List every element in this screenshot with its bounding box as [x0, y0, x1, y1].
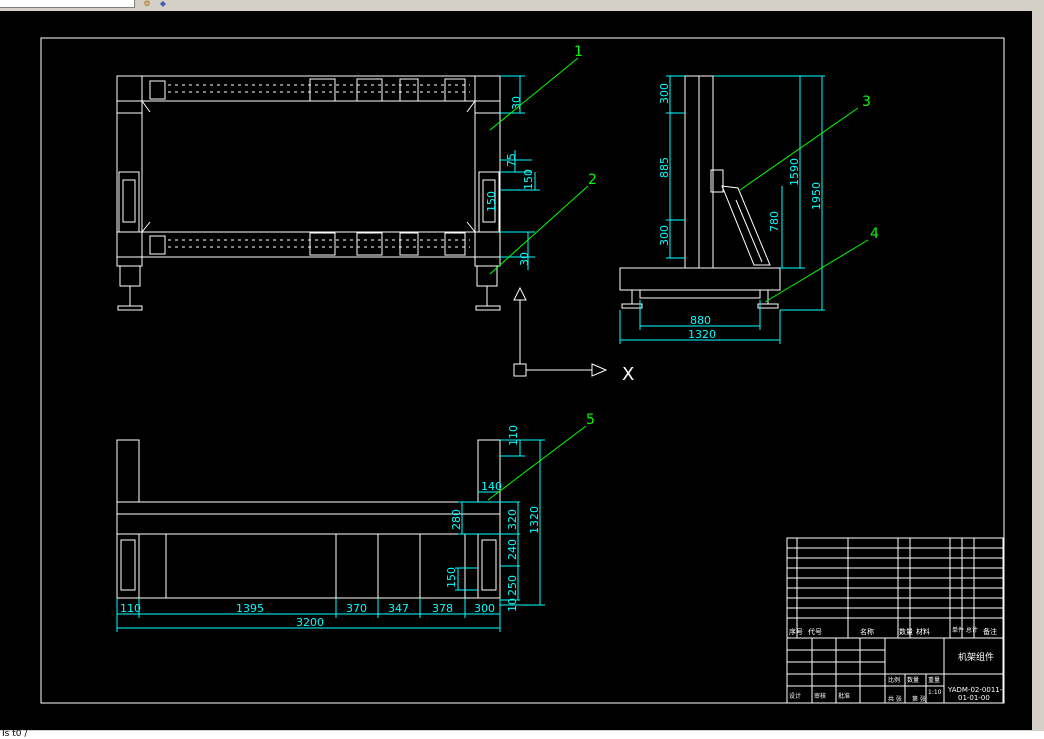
header-cell: 备注 [983, 627, 997, 636]
dim-text: 280 [450, 509, 463, 530]
dim-text: 240 [506, 539, 519, 560]
dim-text: 1395 [236, 602, 264, 615]
dim-text: 370 [346, 602, 367, 615]
top-view [116, 439, 501, 599]
dim-text: 150 [522, 169, 535, 190]
dim-text: 110 [507, 425, 520, 446]
dim-text: 150 [485, 191, 498, 212]
dim-text: 378 [432, 602, 453, 615]
dim-text: 320 [506, 509, 519, 530]
dim-text: 1590 [788, 158, 801, 186]
dim-text: 110 [120, 602, 141, 615]
shape-icon[interactable]: ◆ [156, 0, 170, 8]
dim-text: 1320 [528, 506, 541, 534]
leader-number-1: 1 [574, 44, 583, 60]
dim-text: 150 [445, 567, 458, 588]
layer-dropdown[interactable] [0, 0, 135, 8]
cell: 设计 [789, 692, 801, 700]
header-cell: 序号 [789, 627, 803, 636]
dim-text: 300 [658, 225, 671, 246]
header-cell: 代号 [808, 627, 822, 636]
side-view [619, 75, 781, 309]
header-cell: 名称 [860, 627, 874, 636]
leader-numbers: 1 2 3 4 5 [574, 44, 879, 428]
ucs-icon [513, 286, 608, 377]
leader-number-4: 4 [870, 226, 879, 242]
cell: 共 张 [888, 695, 902, 703]
dim-text: 3200 [296, 616, 324, 629]
front-view [116, 75, 501, 311]
vertical-scrollbar[interactable] [1032, 11, 1044, 730]
side-view-dimensions [619, 75, 825, 344]
header-cell: 单件 总计 [952, 626, 978, 634]
cell: 第 张 [912, 695, 926, 703]
drawing-number: YADM-02-0011- [947, 686, 1003, 694]
dim-text: 300 [474, 602, 495, 615]
cell: 数量 [907, 676, 919, 684]
dim-text: 75 [505, 153, 518, 167]
dim-text: 300 [658, 83, 671, 104]
dim-text: 250 [506, 575, 519, 596]
header-cell: 材料 [916, 627, 930, 636]
drawing-title: 机架组件 [958, 651, 994, 663]
leader-number-5: 5 [586, 412, 595, 428]
dim-text: 1320 [688, 328, 716, 341]
ucs-x-label: X [622, 364, 634, 385]
leader-number-2: 2 [588, 172, 597, 188]
toolbar: ⚙ ◆ [0, 0, 1044, 11]
dim-text: 30 [518, 252, 531, 266]
cell: 审核 [814, 692, 826, 700]
dim-text: 885 [658, 157, 671, 178]
header-cell: 数量 [899, 627, 913, 636]
dim-text: 1950 [810, 182, 823, 210]
part-leaders [487, 57, 869, 501]
cell: 比例 [888, 676, 900, 684]
parts-list [786, 537, 1004, 639]
leader-number-3: 3 [862, 94, 871, 110]
dim-text: 347 [388, 602, 409, 615]
front-view-hidden-lines [168, 84, 470, 248]
cell: 重量 [928, 676, 940, 684]
dim-text: 140 [481, 480, 502, 493]
snap-icon[interactable]: ⚙ [140, 0, 154, 8]
drawing-canvas[interactable]: 30 75 150 150 30 X 300 885 300 1590 1950… [0, 11, 1032, 730]
dim-text: 880 [690, 314, 711, 327]
dim-text: 780 [768, 211, 781, 232]
dim-text: 10 [506, 598, 519, 612]
cad-drawing: 30 75 150 150 30 X 300 885 300 1590 1950… [40, 37, 1005, 704]
cell: 1:10 [928, 689, 942, 696]
drawing-border [40, 37, 1005, 704]
cell: 批准 [838, 692, 850, 700]
drawing-number: 01-01-00 [958, 694, 990, 702]
